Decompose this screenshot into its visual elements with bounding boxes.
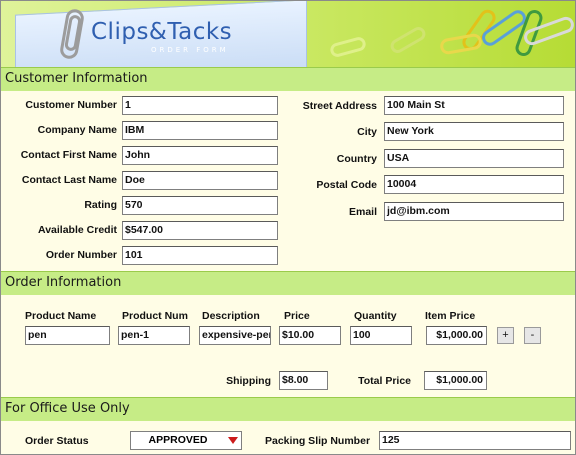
total-price-field[interactable]: $1,000.00 bbox=[424, 371, 487, 390]
remove-line-button[interactable]: - bbox=[524, 327, 541, 344]
order-status-select[interactable]: APPROVED bbox=[130, 431, 242, 450]
col-header-quantity: Quantity bbox=[354, 310, 397, 322]
postal-code-label: Postal Code bbox=[316, 179, 377, 191]
paperclip-icon bbox=[328, 35, 368, 59]
customer-number-label: Customer Number bbox=[25, 99, 117, 111]
contact-first-name-field[interactable]: John bbox=[122, 146, 278, 165]
col-header-product-num: Product Num bbox=[122, 310, 188, 322]
company-name-label: Company Name bbox=[37, 124, 117, 136]
packing-slip-label: Packing Slip Number bbox=[265, 435, 371, 447]
product-num-field[interactable]: pen-1 bbox=[118, 326, 190, 345]
office-panel: Order Status APPROVED Packing Slip Numbe… bbox=[1, 421, 575, 454]
product-name-field[interactable]: pen bbox=[25, 326, 110, 345]
customer-number-field[interactable]: 1 bbox=[122, 96, 278, 115]
order-section-header: Order Information bbox=[1, 271, 575, 296]
company-name-field[interactable]: IBM bbox=[122, 121, 278, 140]
office-section-header: For Office Use Only bbox=[1, 397, 575, 422]
col-header-item-price: Item Price bbox=[425, 310, 476, 322]
customer-section-header: Customer Information bbox=[1, 67, 575, 92]
order-status-label: Order Status bbox=[25, 435, 89, 447]
contact-last-name-label: Contact Last Name bbox=[21, 174, 117, 186]
order-number-field[interactable]: 101 bbox=[122, 246, 278, 265]
rating-label: Rating bbox=[84, 199, 117, 211]
brand-title: Clips&Tacks bbox=[91, 19, 233, 45]
col-header-description: Description bbox=[202, 310, 260, 322]
available-credit-label: Available Credit bbox=[38, 224, 117, 236]
col-header-product-name: Product Name bbox=[25, 310, 97, 322]
order-panel: Product Name Product Num Description Pri… bbox=[1, 295, 575, 397]
email-label: Email bbox=[348, 206, 377, 218]
brand-subtitle: ORDER FORM bbox=[151, 46, 229, 54]
street-address-label: Street Address bbox=[302, 100, 377, 112]
customer-section-title: Customer Information bbox=[5, 71, 148, 86]
price-field[interactable]: $10.00 bbox=[279, 326, 341, 345]
email-field[interactable]: jd@ibm.com bbox=[384, 202, 564, 221]
order-section-title: Order Information bbox=[5, 275, 122, 290]
shipping-label: Shipping bbox=[226, 375, 271, 387]
add-line-button[interactable]: + bbox=[497, 327, 514, 344]
order-number-label: Order Number bbox=[45, 249, 117, 261]
street-address-field[interactable]: 100 Main St bbox=[384, 96, 564, 115]
country-label: Country bbox=[336, 153, 377, 165]
item-price-field[interactable]: $1,000.00 bbox=[426, 326, 487, 345]
col-header-price: Price bbox=[284, 310, 310, 322]
total-price-label: Total Price bbox=[358, 375, 411, 387]
paperclip-icon bbox=[388, 24, 428, 56]
postal-code-field[interactable]: 10004 bbox=[384, 175, 564, 194]
city-field[interactable]: New York bbox=[384, 122, 564, 141]
country-field[interactable]: USA bbox=[384, 149, 564, 168]
contact-first-name-label: Contact First Name bbox=[20, 149, 117, 161]
packing-slip-field[interactable]: 125 bbox=[379, 431, 571, 450]
quantity-field[interactable]: 100 bbox=[350, 326, 412, 345]
dropdown-arrow-icon[interactable] bbox=[228, 437, 238, 444]
shipping-field[interactable]: $8.00 bbox=[279, 371, 328, 390]
office-section-title: For Office Use Only bbox=[5, 401, 130, 416]
paperclip-icon bbox=[438, 32, 484, 56]
available-credit-field[interactable]: $547.00 bbox=[122, 221, 278, 240]
header-banner: Clips&Tacks ORDER FORM bbox=[1, 1, 575, 67]
contact-last-name-field[interactable]: Doe bbox=[122, 171, 278, 190]
order-status-value: APPROVED bbox=[148, 434, 208, 446]
order-form-window: Clips&Tacks ORDER FORM Customer Informat… bbox=[0, 0, 576, 455]
rating-field[interactable]: 570 bbox=[122, 196, 278, 215]
city-label: City bbox=[357, 126, 377, 138]
customer-panel: Customer Number 1 Company Name IBM Conta… bbox=[1, 91, 575, 269]
description-field[interactable]: expensive-pen bbox=[199, 326, 271, 345]
